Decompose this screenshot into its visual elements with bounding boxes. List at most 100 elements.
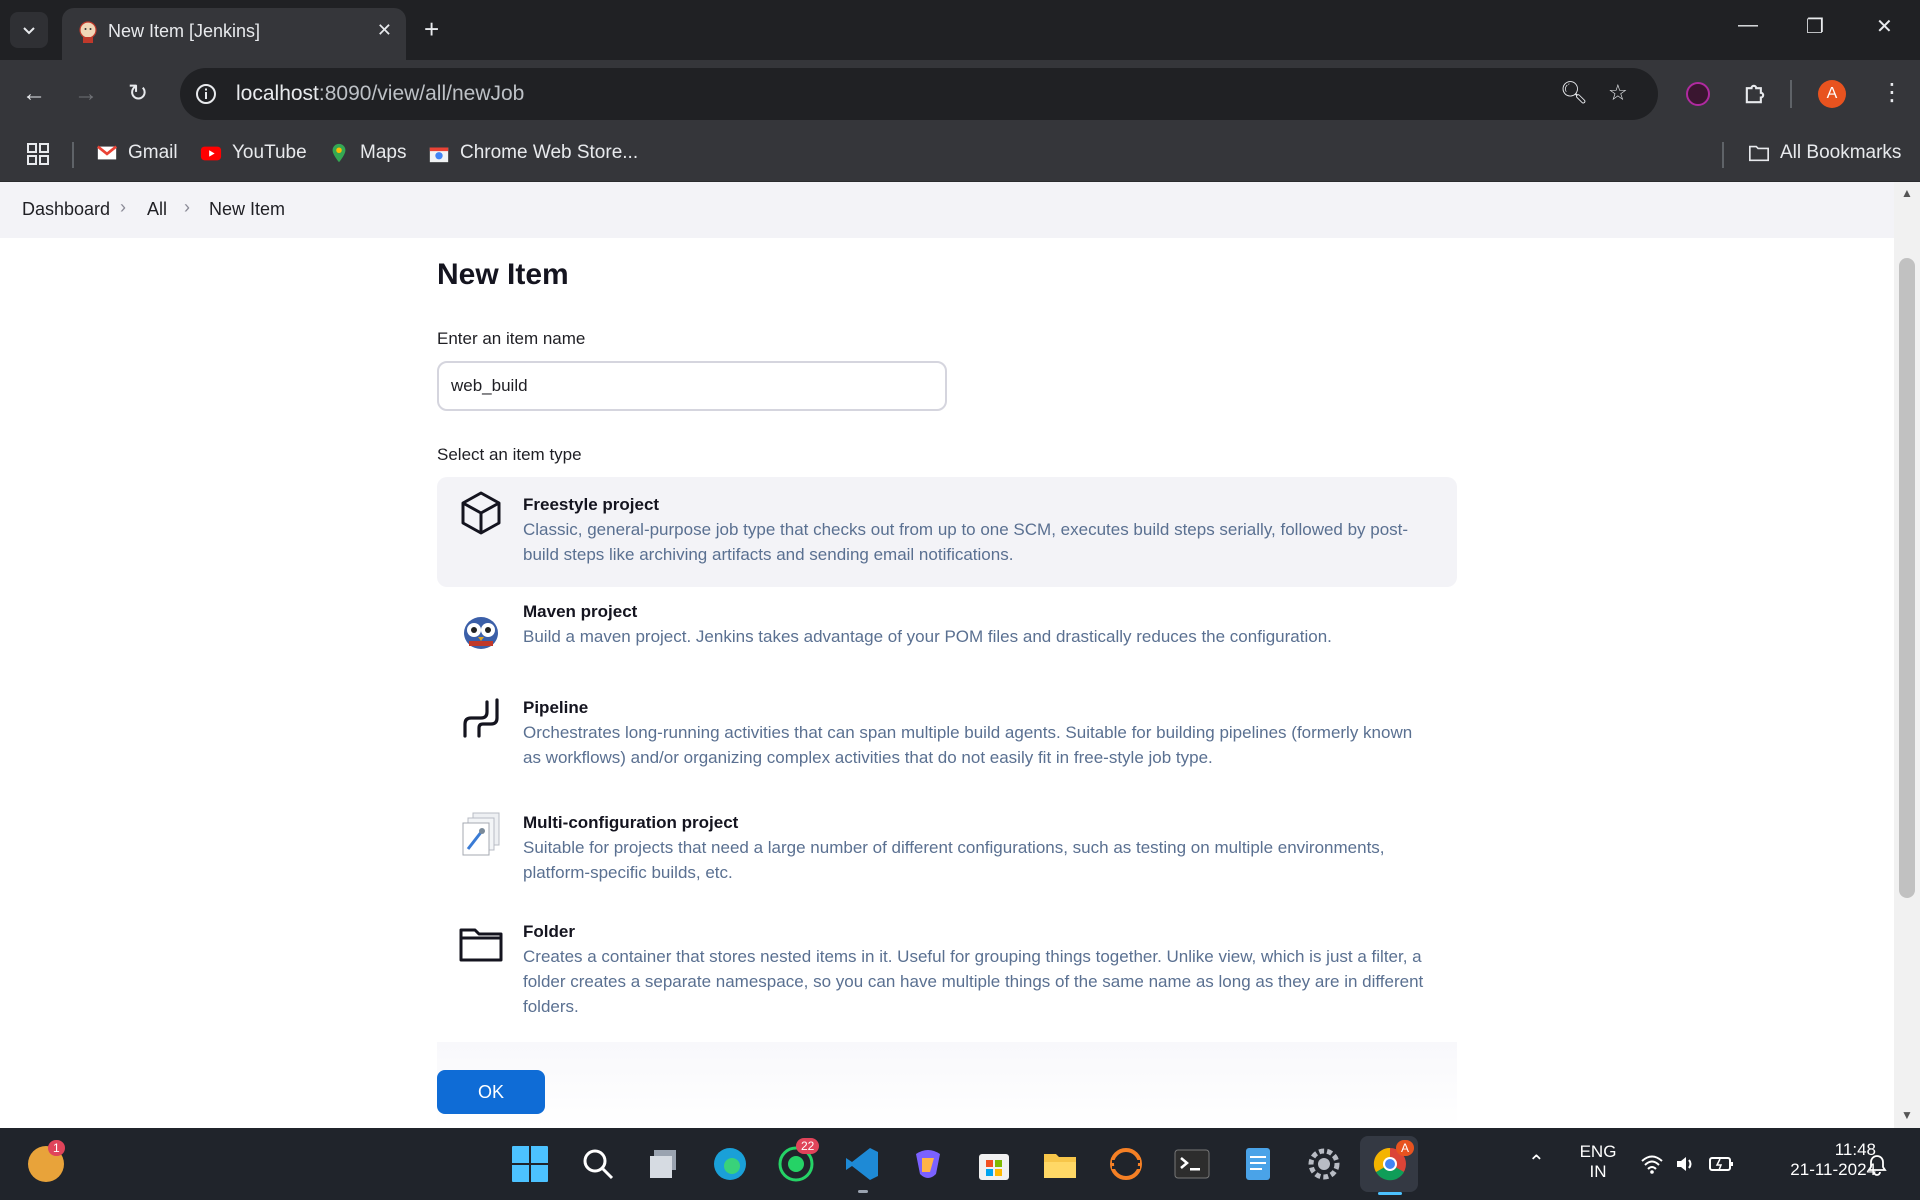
clock-time: 11:48 [1834, 1140, 1876, 1159]
browser-tab[interactable]: New Item [Jenkins] ✕ [62, 8, 406, 60]
language-indicator[interactable]: ENG IN [1576, 1142, 1620, 1182]
menu-kebab-icon[interactable]: ⋮ [1880, 78, 1904, 107]
item-description: Orchestrates long-running activities tha… [523, 723, 1413, 767]
breadcrumb-all[interactable]: All [147, 199, 167, 220]
breadcrumb: Dashboard › All › New Item [0, 182, 1894, 238]
battery-icon[interactable] [1708, 1152, 1734, 1176]
tab-strip: New Item [Jenkins] ✕ + — ❐ ✕ [0, 0, 1920, 60]
bookmark-gmail[interactable]: Gmail [96, 142, 178, 164]
bookmarks-divider [72, 142, 74, 168]
whatsapp-badge: 22 [796, 1138, 820, 1154]
microsoft-store-icon[interactable] [974, 1144, 1014, 1184]
item-type-folder[interactable]: Folder Creates a container that stores n… [437, 906, 1457, 1038]
copilot-icon[interactable] [908, 1144, 948, 1184]
search-icon[interactable] [578, 1144, 618, 1184]
bookmark-label: Gmail [128, 142, 178, 163]
profile-avatar[interactable]: A [1818, 80, 1846, 108]
url-path: :8090/view/all/newJob [318, 82, 525, 105]
file-explorer-icon[interactable] [1040, 1144, 1080, 1184]
gmail-icon [96, 145, 118, 160]
bookmark-chrome-web-store[interactable]: Chrome Web Store... [428, 142, 638, 164]
item-type-pipeline[interactable]: Pipeline Orchestrates long-running activ… [437, 682, 1457, 792]
tab-search-button[interactable] [10, 12, 48, 48]
all-bookmarks-label: All Bookmarks [1780, 142, 1902, 163]
bookmark-maps[interactable]: Maps [328, 142, 406, 164]
edge-icon[interactable] [710, 1144, 750, 1184]
maps-pin-icon [332, 143, 346, 163]
cube-icon [461, 491, 501, 535]
running-indicator [858, 1190, 868, 1193]
page-title: New Item [437, 258, 569, 291]
item-description: Build a maven project. Jenkins takes adv… [523, 627, 1332, 646]
bottom-action-bar [437, 1042, 1457, 1128]
bookmark-label: Maps [360, 142, 407, 163]
zoom-icon[interactable]: 🔍︎ [1560, 80, 1588, 106]
chevron-down-icon [23, 27, 35, 35]
notepad-icon[interactable] [1238, 1144, 1278, 1184]
bookmark-youtube[interactable]: YouTube [200, 142, 307, 164]
region-code: IN [1589, 1162, 1607, 1181]
scroll-down-icon[interactable]: ▼ [1901, 1108, 1913, 1122]
item-description: Suitable for projects that need a large … [523, 838, 1385, 882]
item-title: Freestyle project [523, 495, 660, 514]
browser-toolbar: ← → ↻ localhost:8090/view/all/newJob 🔍︎ … [0, 60, 1920, 128]
notification-bell-icon[interactable] [1866, 1154, 1888, 1176]
ok-button[interactable]: OK [437, 1070, 545, 1114]
clock[interactable]: 11:48 21-11-2024 [1756, 1140, 1876, 1180]
close-tab-icon[interactable]: ✕ [377, 20, 392, 41]
breadcrumb-new-item[interactable]: New Item [209, 199, 285, 220]
back-icon[interactable]: ← [22, 80, 46, 108]
url-host: localhost [236, 82, 319, 105]
wifi-icon[interactable] [1640, 1152, 1664, 1176]
breadcrumb-dashboard[interactable]: Dashboard [22, 199, 110, 220]
multi-config-icon [462, 812, 500, 856]
item-type-multi-configuration[interactable]: Multi-configuration project Suitable for… [437, 797, 1457, 905]
item-description: Classic, general-purpose job type that c… [523, 520, 1409, 564]
site-info-icon[interactable] [194, 82, 218, 106]
address-bar[interactable]: localhost:8090/view/all/newJob 🔍︎ ☆ [180, 68, 1658, 120]
chevron-right-icon: › [184, 197, 190, 217]
item-name-label: Enter an item name [437, 329, 586, 348]
minimize-icon[interactable]: — [1738, 14, 1758, 37]
volume-icon[interactable] [1674, 1152, 1698, 1176]
chevron-right-icon: › [120, 197, 126, 217]
restore-icon[interactable]: ❐ [1806, 14, 1824, 39]
item-title: Multi-configuration project [523, 813, 739, 832]
bookmark-star-icon[interactable]: ☆ [1608, 80, 1628, 106]
all-bookmarks[interactable]: All Bookmarks [1748, 142, 1901, 164]
language-code: ENG [1579, 1142, 1617, 1161]
windows-start-icon[interactable] [510, 1144, 550, 1184]
maven-owl-icon [464, 617, 498, 649]
show-hidden-icons[interactable]: ⌃ [1528, 1150, 1545, 1175]
terminal-icon[interactable] [1172, 1144, 1212, 1184]
item-type-freestyle[interactable]: Freestyle project Classic, general-purpo… [437, 477, 1457, 587]
chrome-profile-badge: A [1396, 1140, 1415, 1156]
item-name-input[interactable] [437, 361, 947, 411]
tab-title: New Item [Jenkins] [108, 21, 261, 41]
reload-icon[interactable]: ↻ [128, 80, 148, 108]
settings-gear-icon[interactable] [1304, 1144, 1344, 1184]
windows-taskbar: 1 22 A ⌃ ENG IN ︎ 11:48 21-11-2024 [0, 1128, 1920, 1200]
url-text[interactable]: localhost:8090/view/all/newJob [236, 82, 524, 106]
jenkins-icon [79, 21, 97, 43]
item-title: Pipeline [523, 698, 589, 717]
item-type-maven[interactable]: Maven project Build a maven project. Jen… [437, 594, 1457, 680]
scrollbar-thumb[interactable] [1899, 258, 1915, 898]
item-title: Folder [523, 922, 575, 941]
vscode-icon[interactable] [842, 1144, 882, 1184]
eclipse-icon[interactable] [1106, 1144, 1146, 1184]
extension-icon[interactable] [1686, 82, 1710, 106]
new-tab-button[interactable]: + [424, 14, 439, 44]
extensions-puzzle-icon[interactable] [1741, 80, 1769, 108]
active-indicator [1378, 1192, 1402, 1195]
apps-grid-icon[interactable] [26, 142, 50, 166]
web-store-icon [429, 147, 449, 163]
item-title: Maven project [523, 602, 638, 621]
bookmarks-divider [1722, 142, 1724, 168]
scroll-up-icon[interactable]: ▲ [1901, 186, 1913, 200]
task-view-icon[interactable] [644, 1144, 684, 1184]
forward-icon[interactable]: → [74, 80, 98, 108]
clock-date: 21-11-2024 [1790, 1160, 1876, 1179]
close-window-icon[interactable]: ✕ [1876, 14, 1893, 39]
toolbar-divider [1790, 80, 1792, 108]
